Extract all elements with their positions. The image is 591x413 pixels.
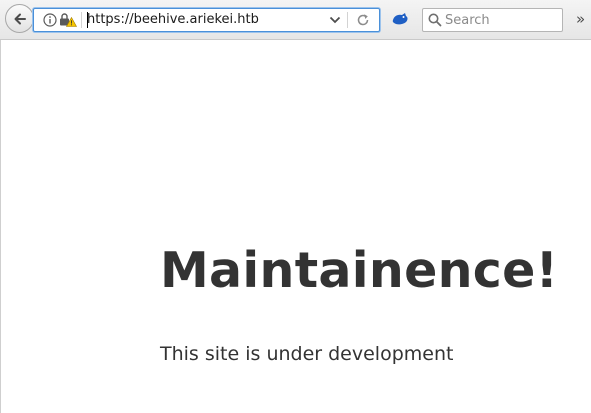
search-bar[interactable] xyxy=(422,8,563,32)
back-button[interactable] xyxy=(5,4,34,33)
arrow-left-icon xyxy=(14,13,26,24)
page-content: Maintainence! This site is under develop… xyxy=(0,40,591,413)
page-headline: Maintainence! xyxy=(160,242,559,299)
connection-security-button[interactable] xyxy=(59,12,78,28)
toolbar-overflow-button[interactable]: » xyxy=(576,11,590,27)
browser-toolbar: https://beehive.ariekei.htb » xyxy=(0,0,591,40)
lock-warning-icon xyxy=(60,13,78,27)
text-caret xyxy=(87,12,88,28)
chevron-down-icon xyxy=(329,16,341,24)
reload-icon xyxy=(357,14,369,26)
info-icon xyxy=(43,13,57,27)
extension-icon xyxy=(392,13,408,25)
url-separator xyxy=(81,12,82,28)
url-history-dropdown-button[interactable] xyxy=(327,12,343,28)
site-info-button[interactable] xyxy=(42,12,58,28)
url-bar[interactable]: https://beehive.ariekei.htb xyxy=(33,8,380,32)
search-icon xyxy=(428,13,442,27)
reload-button[interactable] xyxy=(354,12,372,28)
url-separator-2 xyxy=(347,12,348,28)
search-input[interactable] xyxy=(445,10,557,30)
url-text[interactable]: https://beehive.ariekei.htb xyxy=(87,11,259,29)
page-subtext: This site is under development xyxy=(160,343,454,365)
extension-button[interactable] xyxy=(391,11,409,27)
